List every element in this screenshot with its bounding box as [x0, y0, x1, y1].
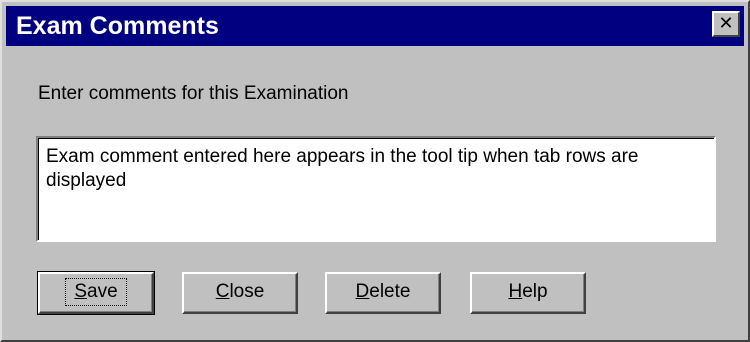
close-button[interactable]: Close: [182, 272, 298, 314]
delete-button-accelerator: D: [355, 281, 370, 302]
comments-prompt-label: Enter comments for this Examination: [38, 83, 349, 104]
save-button-accelerator: S: [74, 281, 88, 302]
help-button-accelerator: H: [508, 281, 523, 302]
delete-button-label: elete: [369, 281, 411, 302]
help-button[interactable]: Help: [470, 272, 586, 314]
title-bar[interactable]: Exam Comments ✕: [6, 6, 744, 46]
window-title: Exam Comments: [16, 12, 219, 40]
save-button-label: ave: [87, 281, 118, 302]
save-button[interactable]: Save: [37, 271, 155, 315]
close-window-button[interactable]: ✕: [712, 11, 740, 37]
save-button-focus: Save: [65, 278, 127, 306]
close-button-accelerator: C: [215, 281, 230, 302]
close-icon: ✕: [718, 13, 734, 34]
delete-button[interactable]: Delete: [325, 272, 441, 314]
close-button-label: lose: [229, 281, 265, 302]
exam-comments-dialog: Exam Comments ✕ Enter comments for this …: [0, 0, 750, 342]
help-button-label: elp: [522, 281, 548, 302]
exam-comment-textarea[interactable]: Exam comment entered here appears in the…: [36, 136, 716, 242]
